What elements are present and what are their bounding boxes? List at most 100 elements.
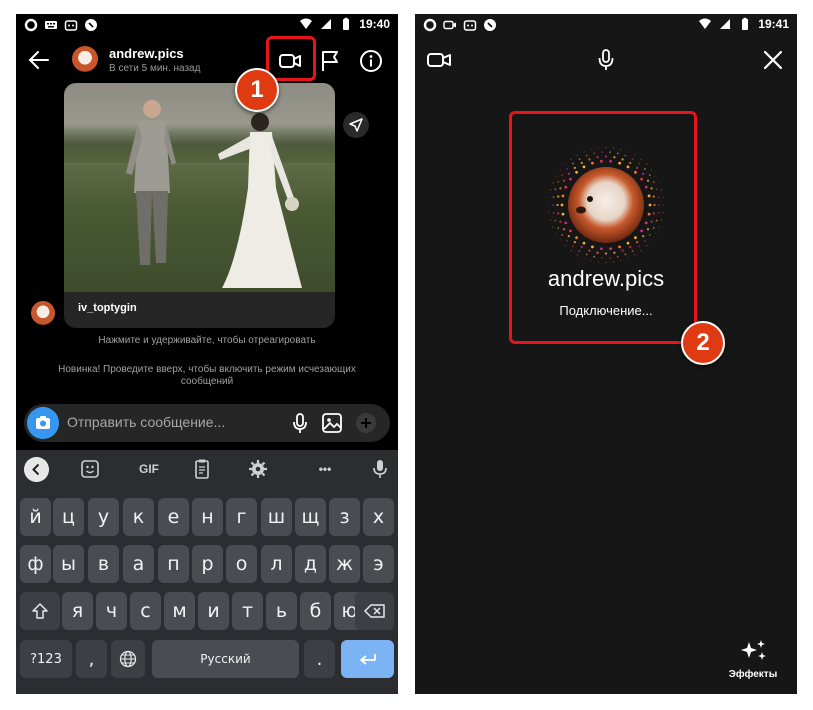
signal-icon — [321, 19, 332, 29]
key[interactable]: е — [158, 498, 189, 536]
period-key[interactable]: . — [304, 640, 335, 678]
key[interactable]: ф — [20, 545, 51, 583]
video-call-highlight — [266, 36, 316, 81]
language-key[interactable] — [111, 640, 145, 678]
message-sender[interactable]: iv_toptygin — [78, 302, 137, 314]
key[interactable]: ь — [266, 592, 297, 630]
key[interactable]: к — [123, 498, 154, 536]
effects-label[interactable]: Эффекты — [727, 669, 779, 680]
chevron-left-icon[interactable] — [24, 457, 49, 482]
status-time: 19:41 — [758, 17, 789, 31]
key[interactable]: н — [192, 498, 223, 536]
sender-avatar[interactable] — [31, 301, 55, 325]
step-marker-1: 1 — [235, 68, 279, 112]
battery-icon — [343, 17, 350, 30]
key[interactable]: у — [88, 498, 119, 536]
close-icon[interactable] — [760, 47, 786, 73]
status-bar: 19:41 — [415, 14, 797, 38]
gallery-icon[interactable] — [320, 411, 344, 435]
wedding-photo — [64, 83, 335, 292]
key[interactable]: ы — [53, 545, 84, 583]
status-time: 19:40 — [359, 17, 390, 31]
key[interactable]: д — [295, 545, 326, 583]
key[interactable]: г — [226, 498, 257, 536]
key[interactable]: ш — [261, 498, 292, 536]
opera-icon — [24, 18, 38, 32]
key[interactable]: м — [164, 592, 195, 630]
space-key[interactable]: Русский — [152, 640, 299, 678]
groom-figure — [126, 100, 176, 265]
more-button[interactable]: ••• — [312, 458, 338, 480]
video-toggle-icon[interactable] — [426, 47, 452, 73]
call-info-highlight — [509, 111, 697, 344]
key[interactable]: ч — [96, 592, 127, 630]
opera-icon — [423, 18, 437, 32]
shift-icon — [32, 603, 48, 619]
chat-username[interactable]: andrew.pics — [109, 46, 184, 61]
share-icon[interactable] — [343, 112, 369, 138]
key[interactable]: я — [62, 592, 93, 630]
shift-key[interactable] — [20, 592, 60, 630]
key[interactable]: х — [363, 498, 394, 536]
microphone-icon[interactable] — [288, 411, 312, 435]
react-hint: Нажмите и удерживайте, чтобы отреагирова… — [98, 335, 316, 346]
key[interactable]: э — [363, 545, 394, 583]
avatar[interactable] — [72, 46, 98, 72]
key[interactable]: ж — [329, 545, 360, 583]
shazam-icon — [85, 19, 97, 31]
signal-icon — [720, 19, 731, 29]
backspace-key[interactable] — [355, 592, 394, 630]
android-tv-icon — [64, 20, 78, 31]
key[interactable]: щ — [295, 498, 326, 536]
info-icon[interactable] — [359, 49, 383, 73]
key[interactable]: а — [123, 545, 154, 583]
key[interactable]: й — [20, 498, 51, 536]
comma-key[interactable]: , — [76, 640, 107, 678]
voice-input-icon[interactable] — [368, 458, 392, 480]
plus-icon[interactable] — [356, 413, 376, 433]
sticker-icon[interactable] — [78, 458, 102, 480]
sparkles-icon[interactable] — [737, 638, 769, 662]
key[interactable]: р — [192, 545, 223, 583]
key[interactable]: п — [158, 545, 189, 583]
video-call-screen: 19:41 andrew.pics Подключение... 2 Эффек… — [415, 14, 797, 694]
chat-screen: 19:40 andrew.pics В сети 5 мин. назад iv… — [16, 14, 398, 694]
photo-message[interactable]: iv_toptygin — [64, 83, 335, 328]
gear-icon[interactable] — [246, 458, 270, 480]
camera-icon[interactable] — [27, 407, 59, 439]
key[interactable]: ц — [53, 498, 84, 536]
globe-icon — [119, 650, 137, 668]
back-arrow-icon[interactable] — [26, 47, 52, 73]
wifi-icon — [699, 18, 712, 29]
backspace-icon — [363, 604, 385, 618]
android-tv-icon — [463, 20, 477, 31]
step-marker-2: 2 — [681, 321, 725, 365]
vanish-mode-hint: Новинка! Проведите вверх, чтобы включить… — [58, 364, 356, 387]
symbols-key[interactable]: ?123 — [20, 640, 72, 678]
keyboard-icon — [45, 21, 57, 29]
key[interactable]: з — [329, 498, 360, 536]
gif-button[interactable]: GIF — [133, 458, 165, 480]
key[interactable]: о — [226, 545, 257, 583]
keyboard: GIF ••• й ц у к е н г ш щ з х ф ы в а п … — [16, 450, 398, 694]
key[interactable]: л — [261, 545, 292, 583]
flag-icon[interactable] — [318, 49, 342, 73]
enter-icon — [359, 654, 376, 665]
message-composer: Отправить сообщение... — [24, 404, 390, 442]
chat-header: andrew.pics В сети 5 мин. назад — [16, 38, 398, 82]
clipboard-icon[interactable] — [190, 458, 214, 480]
enter-key[interactable] — [341, 640, 394, 678]
message-input[interactable]: Отправить сообщение... — [67, 414, 225, 430]
key[interactable]: т — [232, 592, 263, 630]
microphone-icon[interactable] — [593, 47, 619, 73]
key[interactable]: и — [198, 592, 229, 630]
bride-figure — [218, 113, 302, 288]
key[interactable]: в — [88, 545, 119, 583]
key[interactable]: б — [300, 592, 331, 630]
key[interactable]: с — [130, 592, 161, 630]
status-bar: 19:40 — [16, 14, 398, 38]
camera-record-icon — [443, 20, 456, 30]
wifi-icon — [300, 18, 313, 29]
keyboard-toolbar: GIF ••• — [16, 450, 398, 488]
battery-icon — [742, 17, 749, 30]
